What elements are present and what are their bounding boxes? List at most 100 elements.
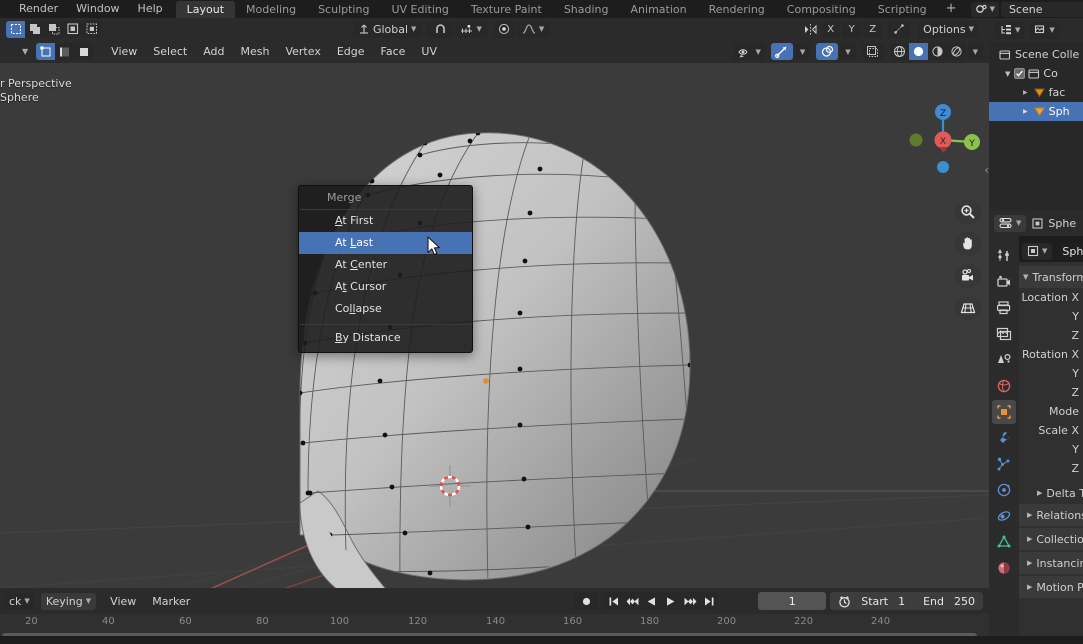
properties-tab-modifiers[interactable]	[992, 426, 1016, 450]
keying-dropdown[interactable]: Keying ▼	[40, 592, 97, 610]
tab-modeling[interactable]: Modeling	[235, 1, 307, 18]
field-rotation-mode[interactable]: Mode	[1019, 402, 1083, 421]
section-collections[interactable]: ▶ Collectio	[1019, 528, 1083, 550]
merge-item-collapse[interactable]: Collapse	[299, 298, 472, 320]
field-location-z[interactable]: Z	[1019, 326, 1083, 345]
jump-end-icon[interactable]	[699, 592, 718, 610]
options-dropdown[interactable]: Options ▼	[918, 20, 980, 38]
menu-select[interactable]: Select	[145, 43, 195, 60]
select-intersect-icon[interactable]	[82, 21, 101, 38]
solid-shading-icon[interactable]	[908, 43, 928, 60]
vertex-select-icon[interactable]	[36, 43, 56, 60]
object-visibility-dropdown[interactable]: ▼	[733, 43, 766, 60]
record-keyframe-icon[interactable]	[573, 592, 600, 610]
properties-tab-view-layer[interactable]	[992, 322, 1016, 346]
outliner-row-face[interactable]: ▶ fac	[989, 83, 1083, 102]
menu-uv[interactable]: UV	[413, 43, 445, 60]
gizmo-dropdown[interactable]: ▼	[794, 43, 811, 60]
properties-tab-physics[interactable]	[992, 478, 1016, 502]
tab-rendering[interactable]: Rendering	[698, 1, 776, 18]
outliner-filter-dropdown[interactable]: ▼	[1029, 21, 1060, 39]
start-frame-value[interactable]: 1	[898, 595, 905, 608]
expander-icon[interactable]: ▶	[1023, 108, 1028, 115]
timeline-menu-marker[interactable]: Marker	[144, 593, 198, 610]
section-relations[interactable]: ▶ Relations	[1019, 504, 1083, 526]
mirror-y-button[interactable]: Y	[842, 20, 862, 38]
timeline-editor-dropdown[interactable]: ck ▼	[4, 592, 35, 610]
material-shading-icon[interactable]	[928, 43, 947, 60]
properties-tab-data[interactable]	[992, 530, 1016, 554]
merge-item-by-distance[interactable]: By Distance	[299, 325, 472, 352]
outliner-row-scene-collection[interactable]: Scene Colle	[989, 45, 1083, 64]
field-scale-y[interactable]: Y	[1019, 440, 1083, 459]
menu-mesh[interactable]: Mesh	[233, 43, 278, 60]
field-scale-z[interactable]: Z	[1019, 459, 1083, 478]
play-reverse-icon[interactable]	[642, 592, 661, 610]
merge-item-at-last[interactable]: At Last	[299, 232, 472, 254]
properties-tab-render[interactable]	[992, 270, 1016, 294]
transform-section-header[interactable]: ▼ Transform	[1019, 266, 1083, 288]
select-invert-icon[interactable]	[63, 21, 82, 38]
camera-view-icon[interactable]	[955, 263, 981, 289]
expander-icon[interactable]: ▼	[1005, 70, 1010, 78]
properties-tab-object[interactable]	[992, 400, 1016, 424]
menu-add[interactable]: Add	[195, 43, 232, 60]
field-rotation-y[interactable]: Y	[1019, 364, 1083, 383]
tab-sculpting[interactable]: Sculpting	[307, 1, 380, 18]
mode-dropdown[interactable]: ▼	[22, 47, 28, 56]
mirror-x-button[interactable]: X	[821, 20, 841, 38]
properties-tab-world[interactable]	[992, 374, 1016, 398]
object-name-field[interactable]: Sphe	[1056, 242, 1083, 260]
outliner-row-sphere[interactable]: ▶ Sph	[989, 102, 1083, 121]
toggle-xray-icon[interactable]	[861, 43, 884, 60]
properties-tab-output[interactable]	[992, 296, 1016, 320]
properties-tab-constraints[interactable]	[992, 504, 1016, 528]
toggle-ortho-icon[interactable]	[955, 295, 981, 321]
transform-orientation-dropdown[interactable]: Global ▼	[352, 20, 422, 38]
pan-hand-icon[interactable]	[955, 231, 981, 257]
tab-layout[interactable]: Layout	[175, 0, 236, 18]
tab-texture-paint[interactable]: Texture Paint	[460, 1, 553, 18]
edge-select-icon[interactable]	[55, 43, 74, 60]
snap-target-dropdown[interactable]: ▼	[455, 20, 487, 38]
menu-face[interactable]: Face	[373, 43, 414, 60]
expander-icon[interactable]: ▶	[1023, 89, 1028, 96]
section-motion-paths[interactable]: ▶ Motion P	[1019, 576, 1083, 598]
menu-render[interactable]: Render	[10, 0, 67, 18]
proportional-editing-toggle[interactable]	[492, 20, 515, 38]
menu-view[interactable]: View	[103, 43, 145, 60]
tab-shading[interactable]: Shading	[553, 1, 620, 18]
tab-animation[interactable]: Animation	[620, 1, 698, 18]
tab-scripting[interactable]: Scripting	[867, 1, 938, 18]
select-new-icon[interactable]	[6, 20, 25, 38]
end-frame-value[interactable]: 250	[954, 595, 975, 608]
properties-tab-particles[interactable]	[992, 452, 1016, 476]
show-gizmo-icon[interactable]	[770, 43, 793, 60]
properties-editor-type-dropdown[interactable]: ▼	[994, 214, 1027, 232]
select-extend-icon[interactable]	[25, 21, 44, 38]
field-rotation-x[interactable]: Rotation X	[1019, 345, 1083, 364]
object-browse-dropdown[interactable]: ▼	[1022, 242, 1053, 260]
field-location-x[interactable]: Location X	[1019, 288, 1083, 307]
outliner-editor-type-dropdown[interactable]: ▼	[995, 21, 1026, 39]
mirror-icon[interactable]	[801, 23, 819, 36]
scene-name-field[interactable]: Scene	[1000, 1, 1083, 17]
visibility-checkbox[interactable]	[1014, 68, 1026, 79]
add-workspace-button[interactable]: +	[938, 0, 965, 18]
snap-toggle-button[interactable]	[427, 20, 454, 38]
scene-icon-box[interactable]: ▼	[970, 1, 999, 17]
3d-viewport[interactable]: r Perspective Sphere ‹ X Z Y Merge At Fi…	[0, 63, 989, 588]
menu-help[interactable]: Help	[129, 0, 172, 18]
current-frame-field[interactable]: 1	[758, 592, 827, 610]
section-instancing[interactable]: ▶ Instancin	[1019, 552, 1083, 574]
section-delta-transform[interactable]: ▶ Delta T	[1019, 482, 1083, 504]
zoom-icon[interactable]	[955, 199, 981, 225]
field-location-y[interactable]: Y	[1019, 307, 1083, 326]
show-overlays-icon[interactable]	[816, 43, 839, 60]
play-icon[interactable]	[661, 592, 680, 610]
falloff-dropdown[interactable]: ▼	[516, 20, 550, 38]
overlays-dropdown[interactable]: ▼	[840, 43, 856, 60]
rendered-shading-icon[interactable]	[947, 43, 966, 60]
merge-item-at-center[interactable]: At Center	[299, 254, 472, 276]
mirror-z-button[interactable]: Z	[863, 20, 883, 38]
